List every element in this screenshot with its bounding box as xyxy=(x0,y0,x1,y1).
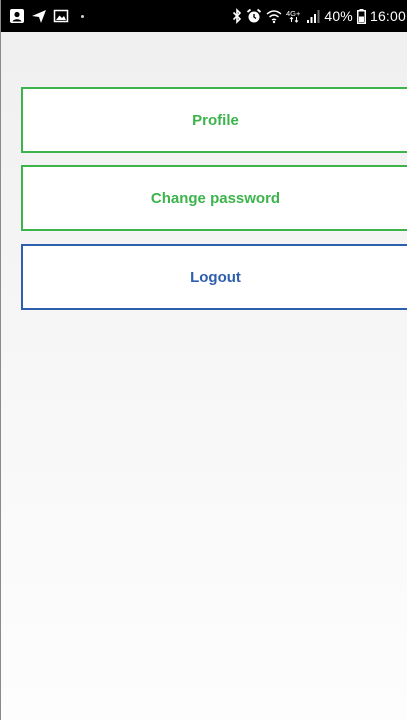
status-bar: 4G+ 40% 16:00 xyxy=(1,0,407,32)
logout-button[interactable]: Logout xyxy=(21,244,407,310)
battery-icon xyxy=(356,8,366,24)
change-password-button-label: Change password xyxy=(150,189,281,207)
profile-button[interactable]: Profile xyxy=(21,87,407,153)
clock: 16:00 xyxy=(369,8,406,24)
contact-icon xyxy=(9,8,25,24)
profile-button-label: Profile xyxy=(192,111,239,129)
notification-dot-icon xyxy=(81,14,84,18)
bluetooth-icon xyxy=(232,8,242,24)
network-type-label: 4G+ xyxy=(286,9,301,18)
image-icon xyxy=(53,8,69,24)
alarm-icon xyxy=(246,8,262,24)
change-password-button[interactable]: Change password xyxy=(21,165,407,231)
signal-icon xyxy=(306,8,320,24)
battery-percent: 40% xyxy=(324,8,353,24)
send-icon xyxy=(31,8,47,24)
logout-button-label: Logout xyxy=(190,268,241,286)
wifi-icon xyxy=(266,8,282,24)
status-bar-right: 4G+ 40% 16:00 xyxy=(232,0,406,32)
status-bar-left xyxy=(9,0,84,32)
app-screen: 4G+ 40% 16:00 Profile Change password Lo… xyxy=(0,0,407,720)
network-4g-icon: 4G+ xyxy=(286,8,302,24)
